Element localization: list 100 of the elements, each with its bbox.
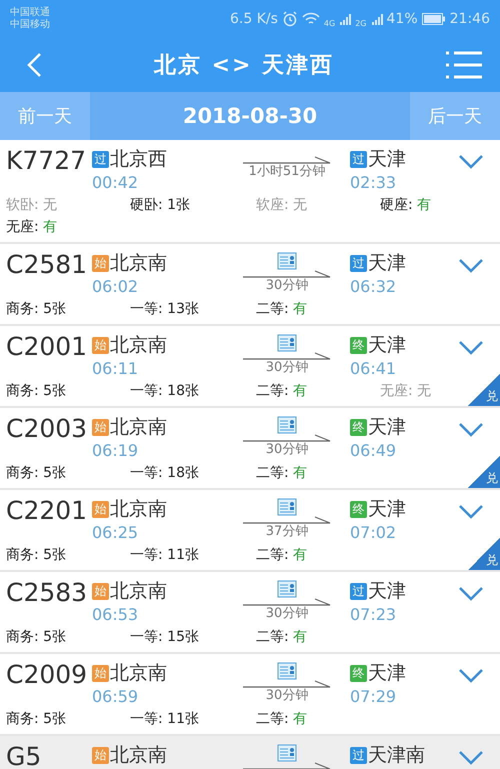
station-name: 北京南 <box>110 415 167 440</box>
station-name: 北京南 <box>110 497 167 522</box>
network-speed: 6.5 K/s <box>230 11 278 27</box>
station-tag: 终 <box>350 336 367 354</box>
station-name: 北京西 <box>110 147 167 172</box>
train-number: C2583 <box>6 578 88 608</box>
station-tag: 始 <box>92 664 109 682</box>
battery-icon <box>422 13 446 25</box>
station-tag: 过 <box>92 150 109 168</box>
carrier-name: 中国移动 <box>10 19 50 31</box>
station-tag: 过 <box>350 746 367 764</box>
wifi-icon <box>302 12 320 26</box>
trip-duration: 37分钟 <box>266 524 308 540</box>
train-number: C2003 <box>6 414 88 444</box>
station-tag: 终 <box>350 500 367 518</box>
station-tag: 始 <box>92 254 109 272</box>
seat-availability: 软座: 无 <box>256 196 308 214</box>
station-name: 北京南 <box>110 743 167 768</box>
trip-duration: 1小时51分钟 <box>248 164 326 180</box>
seat-availability: 一等: 11张 <box>130 710 200 728</box>
train-number: G5 <box>6 742 42 769</box>
train-time: 06:11 <box>92 358 140 380</box>
station-name: 天津 <box>368 497 406 522</box>
train-time: 07:23 <box>350 604 398 626</box>
station-name: 天津 <box>368 147 406 172</box>
seat-availability: 一等: 13张 <box>130 300 200 318</box>
alarm-icon <box>282 11 298 27</box>
network-type: 4G <box>324 18 336 28</box>
train-number: C2009 <box>6 660 88 690</box>
station-name: 天津 <box>368 415 406 440</box>
clock-time: 21:46 <box>450 11 490 27</box>
station-tag: 始 <box>92 746 109 764</box>
signal-icon <box>339 13 352 25</box>
station-name: 天津 <box>368 333 406 358</box>
battery-level: 41% <box>386 11 418 27</box>
station-tag: 过 <box>350 254 367 272</box>
train-time: 00:42 <box>92 172 140 194</box>
station-tag: 始 <box>92 500 109 518</box>
station-name: 北京南 <box>110 251 167 276</box>
trip-duration: 30分钟 <box>266 688 308 704</box>
seat-availability: 一等: 18张 <box>130 464 200 482</box>
station-name: 天津 <box>368 251 406 276</box>
seat-availability: 一等: 18张 <box>130 382 200 400</box>
seat-availability: 软卧: 无 <box>6 196 58 214</box>
seat-availability: 商务: 5张 <box>6 464 68 482</box>
seat-availability: 无座: 无 <box>380 382 432 400</box>
seat-availability: 商务: 5张 <box>6 628 68 646</box>
exchange-badge: 兑 <box>468 456 500 488</box>
seat-availability: 商务: 5张 <box>6 710 68 728</box>
station-name: 天津 <box>368 579 406 604</box>
trip-duration: 30分钟 <box>266 606 308 622</box>
seat-availability: 一等: 11张 <box>130 546 200 564</box>
seat-availability: 二等: 有 <box>256 300 308 318</box>
route-title: 北京 <> 天津西 <box>154 52 334 80</box>
trip-duration: 30分钟 <box>266 442 308 458</box>
train-time: 06:53 <box>92 604 140 626</box>
seat-availability: 二等: 有 <box>256 546 308 564</box>
train-number: C2001 <box>6 332 88 362</box>
train-time: 07:02 <box>350 522 398 544</box>
seat-availability: 二等: 有 <box>256 628 308 646</box>
seat-availability: 无座: 有 <box>6 218 58 236</box>
station-tag: 始 <box>92 336 109 354</box>
train-time: 02:33 <box>350 172 398 194</box>
train-time: 06:49 <box>350 440 398 462</box>
exchange-badge: 兑 <box>468 374 500 406</box>
train-time: 06:59 <box>92 686 140 708</box>
seat-availability: 二等: 有 <box>256 382 308 400</box>
train-time: 06:02 <box>92 276 140 298</box>
seat-availability: 商务: 5张 <box>6 382 68 400</box>
signal-icon <box>370 13 383 25</box>
exchange-badge: 兑 <box>468 538 500 570</box>
train-time: 06:19 <box>92 440 140 462</box>
carrier-name: 中国联通 <box>10 7 50 18</box>
seat-availability: 二等: 有 <box>256 710 308 728</box>
seat-availability: 商务: 5张 <box>6 300 68 318</box>
seat-availability: 硬座: 有 <box>380 196 432 214</box>
train-time: 07:29 <box>350 686 398 708</box>
station-tag: 终 <box>350 418 367 436</box>
seat-availability: 商务: 5张 <box>6 546 68 564</box>
station-name: 北京南 <box>110 661 167 686</box>
seat-availability: 一等: 15张 <box>130 628 200 646</box>
train-number: K7727 <box>6 146 88 176</box>
train-number: C2201 <box>6 496 88 526</box>
train-time: 06:32 <box>350 276 398 298</box>
train-time: 06:41 <box>350 358 398 380</box>
seat-availability: 二等: 有 <box>256 464 308 482</box>
station-name: 天津 <box>368 661 406 686</box>
station-name: 北京南 <box>110 333 167 358</box>
station-name: 北京南 <box>110 579 167 604</box>
station-tag: 过 <box>350 582 367 600</box>
station-tag: 始 <box>92 418 109 436</box>
seat-availability: 硬卧: 1张 <box>130 196 192 214</box>
trip-duration: 30分钟 <box>266 278 308 294</box>
station-tag: 始 <box>92 582 109 600</box>
train-number: C2581 <box>6 250 88 280</box>
station-tag: 终 <box>350 664 367 682</box>
trip-duration: 30分钟 <box>266 360 308 376</box>
train-time: 06:25 <box>92 522 140 544</box>
network-type: 2G <box>355 18 367 28</box>
station-name: 天津南 <box>368 743 425 768</box>
